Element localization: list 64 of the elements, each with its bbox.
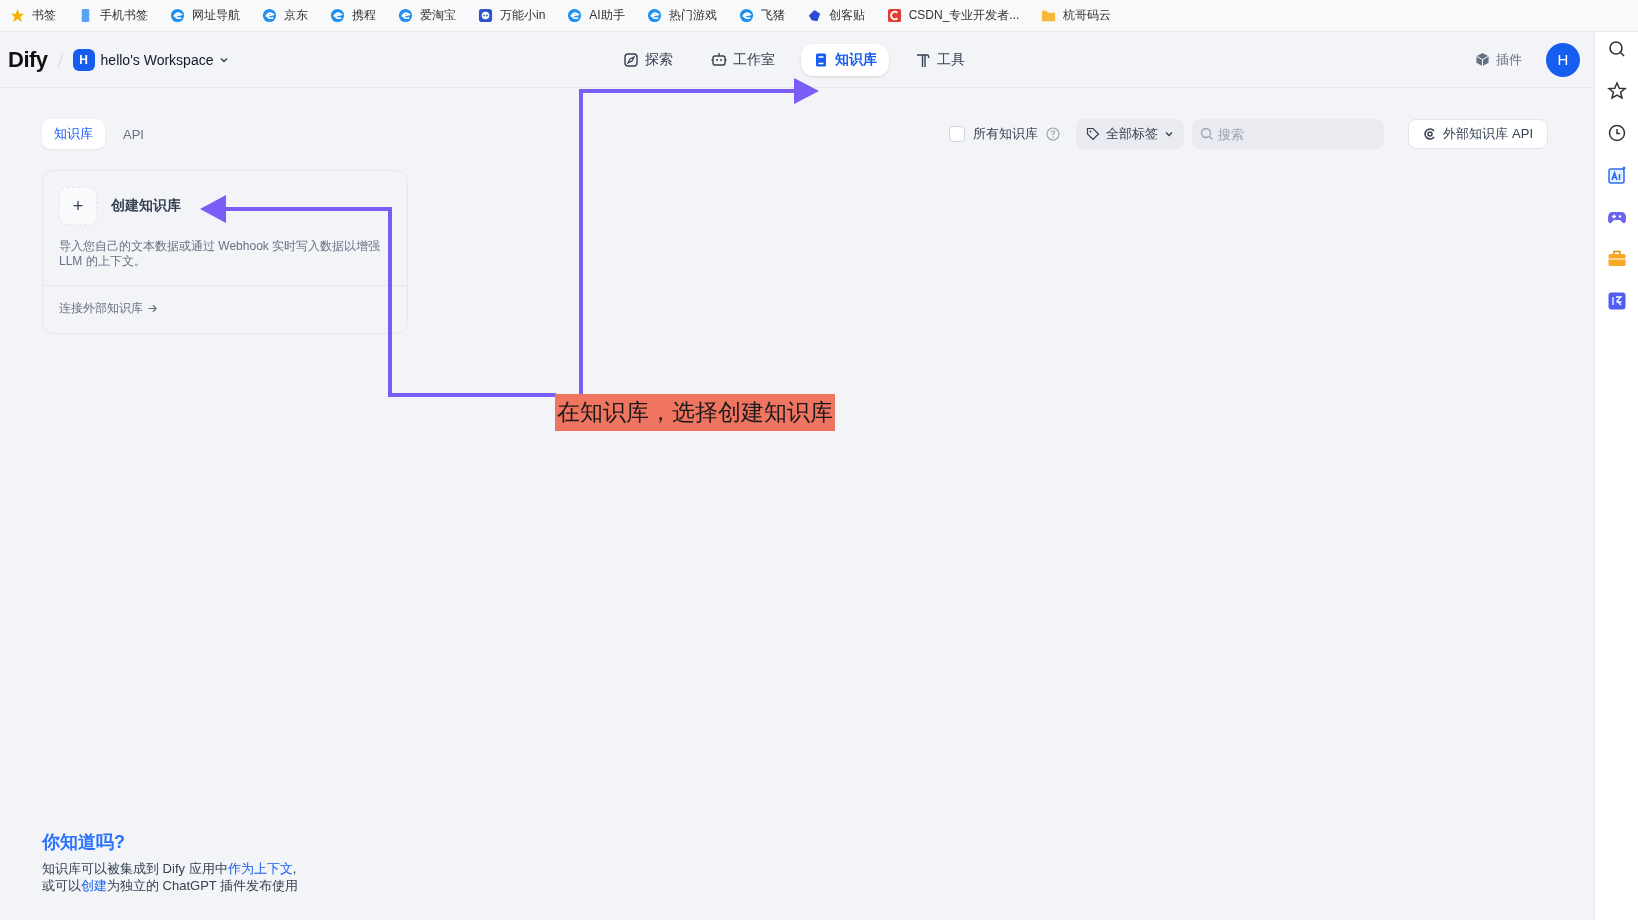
- letter-c-icon: [886, 8, 902, 23]
- tip-text: 知识库可以被集成到 Dify 应用中作为上下文, 或可以创建为独立的 ChatGPT 插件发布使用: [42, 860, 300, 894]
- bookmark[interactable]: 万能小in: [500, 7, 546, 24]
- workspace-avatar: H: [72, 48, 95, 71]
- bookmark[interactable]: 爱淘宝: [420, 7, 456, 24]
- browser-icon: [398, 8, 413, 23]
- clock-icon[interactable]: [1606, 123, 1627, 143]
- browser-icon: [262, 8, 277, 23]
- ai-icon[interactable]: [1606, 165, 1627, 185]
- card-title: 创建知识库: [111, 197, 181, 215]
- link[interactable]: 作为上下文: [227, 861, 293, 876]
- nav-tab[interactable]: 工具: [903, 43, 977, 76]
- nav-tab[interactable]: 工作室: [699, 43, 787, 76]
- tip-title: 你知道吗?: [42, 831, 126, 854]
- connect-external-link[interactable]: 连接外部知识库: [59, 300, 158, 317]
- compass-icon: [623, 51, 639, 68]
- bookmark[interactable]: 携程: [352, 7, 376, 24]
- plugins-button[interactable]: 插件: [1469, 49, 1528, 70]
- browser-icon: [738, 8, 754, 23]
- browser-icon: [330, 8, 345, 23]
- robot-icon: [711, 51, 727, 68]
- browser-icon: [567, 8, 583, 23]
- api-icon: [1423, 127, 1438, 141]
- tab[interactable]: 知识库: [42, 119, 105, 149]
- search-field[interactable]: 搜索: [1192, 119, 1385, 149]
- nav-tab[interactable]: 知识库: [801, 43, 889, 76]
- bookmark[interactable]: CSDN_专业开发者...: [908, 7, 1020, 24]
- logo[interactable]: Dify: [8, 46, 48, 73]
- search-icon[interactable]: [1606, 39, 1627, 59]
- star-icon[interactable]: [1606, 81, 1627, 101]
- checkbox[interactable]: [949, 126, 966, 142]
- folder-icon: [1041, 8, 1057, 23]
- card-description: 导入您自己的文本数据或通过 Webhook 实时写入数据以增强 LLM 的上下文。: [58, 238, 382, 270]
- browser-icon: [646, 8, 662, 23]
- tag-icon: [1086, 127, 1101, 141]
- search-icon: [1200, 127, 1215, 141]
- workspace-selector[interactable]: H hello's Workspace: [72, 48, 230, 71]
- arrow-right-icon: [147, 303, 158, 314]
- bookmark[interactable]: 书签: [32, 7, 56, 24]
- chevron-down-icon: [1164, 129, 1175, 139]
- book-icon: [813, 51, 829, 68]
- annotation-label: 在知识库，选择创建知识库: [555, 394, 835, 431]
- create-knowledge-card[interactable]: + 创建知识库 导入您自己的文本数据或通过 Webhook 实时写入数据以增强 LLM 的上下文。 连接外部知识库: [42, 170, 408, 334]
- bookmark[interactable]: 热门游戏: [668, 7, 717, 24]
- bookmark[interactable]: AI助手: [589, 7, 625, 24]
- external-api-button[interactable]: 外部知识库 API: [1408, 119, 1548, 149]
- robot-icon: [478, 8, 493, 23]
- cube-icon: [1475, 52, 1490, 67]
- bookmark[interactable]: 创客贴: [828, 7, 865, 24]
- bookmark[interactable]: 飞猪: [760, 7, 785, 24]
- tab[interactable]: API: [111, 119, 156, 149]
- plus-button[interactable]: +: [59, 187, 97, 225]
- bookmark[interactable]: 京东: [284, 7, 308, 24]
- bookmark[interactable]: 网址导航: [192, 7, 240, 24]
- checkbox-label: 所有知识库: [973, 125, 1039, 143]
- bookmark[interactable]: 手机书签: [100, 7, 148, 24]
- bookmark[interactable]: 杭哥码云: [1063, 7, 1112, 24]
- translate-icon[interactable]: [1606, 291, 1627, 311]
- link[interactable]: 创建: [81, 878, 107, 893]
- star-icon: [10, 8, 25, 23]
- nav-tab[interactable]: 探索: [611, 43, 685, 76]
- tag-filter-dropdown[interactable]: 全部标签: [1076, 119, 1185, 149]
- user-avatar[interactable]: H: [1546, 42, 1580, 77]
- browser-icon: [170, 8, 185, 23]
